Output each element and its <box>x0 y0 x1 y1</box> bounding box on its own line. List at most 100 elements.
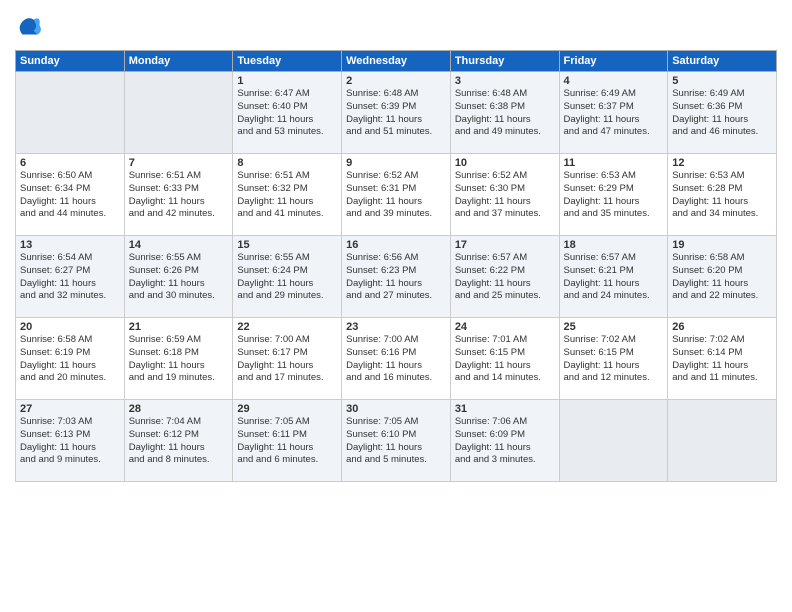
calendar-cell: 31Sunrise: 7:06 AMSunset: 6:09 PMDayligh… <box>450 400 559 482</box>
daylight-text-cont: and and 34 minutes. <box>672 208 772 221</box>
day-number: 4 <box>564 75 664 87</box>
col-header-wednesday: Wednesday <box>342 51 451 72</box>
calendar-cell: 1Sunrise: 6:47 AMSunset: 6:40 PMDaylight… <box>233 72 342 154</box>
sunrise-text: Sunrise: 7:06 AM <box>455 416 555 429</box>
day-number: 16 <box>346 239 446 251</box>
logo <box>15 14 45 42</box>
sunset-text: Sunset: 6:22 PM <box>455 265 555 278</box>
page: SundayMondayTuesdayWednesdayThursdayFrid… <box>0 0 792 612</box>
logo-icon <box>15 14 43 42</box>
daylight-text-cont: and and 17 minutes. <box>237 372 337 385</box>
calendar-cell: 13Sunrise: 6:54 AMSunset: 6:27 PMDayligh… <box>16 236 125 318</box>
sunset-text: Sunset: 6:31 PM <box>346 183 446 196</box>
day-number: 3 <box>455 75 555 87</box>
sunrise-text: Sunrise: 6:57 AM <box>455 252 555 265</box>
sunset-text: Sunset: 6:20 PM <box>672 265 772 278</box>
daylight-text-cont: and and 42 minutes. <box>129 208 229 221</box>
sunset-text: Sunset: 6:10 PM <box>346 429 446 442</box>
sunrise-text: Sunrise: 6:50 AM <box>20 170 120 183</box>
day-number: 5 <box>672 75 772 87</box>
calendar-cell: 15Sunrise: 6:55 AMSunset: 6:24 PMDayligh… <box>233 236 342 318</box>
header <box>15 10 777 42</box>
daylight-text: Daylight: 11 hours <box>129 442 229 455</box>
calendar-cell: 10Sunrise: 6:52 AMSunset: 6:30 PMDayligh… <box>450 154 559 236</box>
daylight-text: Daylight: 11 hours <box>129 278 229 291</box>
sunset-text: Sunset: 6:16 PM <box>346 347 446 360</box>
daylight-text-cont: and and 16 minutes. <box>346 372 446 385</box>
sunrise-text: Sunrise: 7:03 AM <box>20 416 120 429</box>
daylight-text: Daylight: 11 hours <box>237 442 337 455</box>
sunrise-text: Sunrise: 7:04 AM <box>129 416 229 429</box>
daylight-text: Daylight: 11 hours <box>20 196 120 209</box>
calendar-cell: 12Sunrise: 6:53 AMSunset: 6:28 PMDayligh… <box>668 154 777 236</box>
sunset-text: Sunset: 6:30 PM <box>455 183 555 196</box>
daylight-text: Daylight: 11 hours <box>564 278 664 291</box>
day-number: 22 <box>237 321 337 333</box>
calendar-cell: 28Sunrise: 7:04 AMSunset: 6:12 PMDayligh… <box>124 400 233 482</box>
sunrise-text: Sunrise: 6:55 AM <box>237 252 337 265</box>
sunrise-text: Sunrise: 6:49 AM <box>564 88 664 101</box>
day-number: 25 <box>564 321 664 333</box>
daylight-text: Daylight: 11 hours <box>20 278 120 291</box>
sunrise-text: Sunrise: 7:00 AM <box>237 334 337 347</box>
calendar-cell: 30Sunrise: 7:05 AMSunset: 6:10 PMDayligh… <box>342 400 451 482</box>
col-header-thursday: Thursday <box>450 51 559 72</box>
daylight-text: Daylight: 11 hours <box>20 442 120 455</box>
sunset-text: Sunset: 6:14 PM <box>672 347 772 360</box>
col-header-friday: Friday <box>559 51 668 72</box>
sunset-text: Sunset: 6:21 PM <box>564 265 664 278</box>
daylight-text-cont: and and 51 minutes. <box>346 126 446 139</box>
daylight-text-cont: and and 19 minutes. <box>129 372 229 385</box>
daylight-text: Daylight: 11 hours <box>455 360 555 373</box>
sunset-text: Sunset: 6:27 PM <box>20 265 120 278</box>
sunset-text: Sunset: 6:40 PM <box>237 101 337 114</box>
daylight-text-cont: and and 35 minutes. <box>564 208 664 221</box>
calendar-cell: 6Sunrise: 6:50 AMSunset: 6:34 PMDaylight… <box>16 154 125 236</box>
daylight-text: Daylight: 11 hours <box>129 360 229 373</box>
calendar-cell: 24Sunrise: 7:01 AMSunset: 6:15 PMDayligh… <box>450 318 559 400</box>
col-header-sunday: Sunday <box>16 51 125 72</box>
sunset-text: Sunset: 6:19 PM <box>20 347 120 360</box>
calendar-cell <box>559 400 668 482</box>
day-number: 24 <box>455 321 555 333</box>
daylight-text: Daylight: 11 hours <box>237 278 337 291</box>
sunrise-text: Sunrise: 7:01 AM <box>455 334 555 347</box>
sunrise-text: Sunrise: 6:51 AM <box>237 170 337 183</box>
daylight-text: Daylight: 11 hours <box>672 360 772 373</box>
daylight-text: Daylight: 11 hours <box>237 196 337 209</box>
day-number: 21 <box>129 321 229 333</box>
sunset-text: Sunset: 6:34 PM <box>20 183 120 196</box>
calendar-cell: 11Sunrise: 6:53 AMSunset: 6:29 PMDayligh… <box>559 154 668 236</box>
day-number: 9 <box>346 157 446 169</box>
sunrise-text: Sunrise: 7:00 AM <box>346 334 446 347</box>
sunrise-text: Sunrise: 6:58 AM <box>672 252 772 265</box>
sunset-text: Sunset: 6:26 PM <box>129 265 229 278</box>
sunset-text: Sunset: 6:36 PM <box>672 101 772 114</box>
daylight-text-cont: and and 53 minutes. <box>237 126 337 139</box>
day-number: 6 <box>20 157 120 169</box>
sunset-text: Sunset: 6:15 PM <box>564 347 664 360</box>
day-number: 29 <box>237 403 337 415</box>
calendar-cell <box>16 72 125 154</box>
day-number: 31 <box>455 403 555 415</box>
daylight-text-cont: and and 32 minutes. <box>20 290 120 303</box>
daylight-text-cont: and and 24 minutes. <box>564 290 664 303</box>
calendar-cell: 27Sunrise: 7:03 AMSunset: 6:13 PMDayligh… <box>16 400 125 482</box>
calendar-cell: 21Sunrise: 6:59 AMSunset: 6:18 PMDayligh… <box>124 318 233 400</box>
calendar-cell: 23Sunrise: 7:00 AMSunset: 6:16 PMDayligh… <box>342 318 451 400</box>
daylight-text-cont: and and 9 minutes. <box>20 454 120 467</box>
daylight-text-cont: and and 47 minutes. <box>564 126 664 139</box>
calendar-cell: 2Sunrise: 6:48 AMSunset: 6:39 PMDaylight… <box>342 72 451 154</box>
sunrise-text: Sunrise: 6:51 AM <box>129 170 229 183</box>
sunset-text: Sunset: 6:28 PM <box>672 183 772 196</box>
col-header-tuesday: Tuesday <box>233 51 342 72</box>
sunset-text: Sunset: 6:17 PM <box>237 347 337 360</box>
daylight-text: Daylight: 11 hours <box>455 442 555 455</box>
calendar-cell: 29Sunrise: 7:05 AMSunset: 6:11 PMDayligh… <box>233 400 342 482</box>
calendar-cell: 3Sunrise: 6:48 AMSunset: 6:38 PMDaylight… <box>450 72 559 154</box>
calendar-cell: 22Sunrise: 7:00 AMSunset: 6:17 PMDayligh… <box>233 318 342 400</box>
daylight-text: Daylight: 11 hours <box>672 278 772 291</box>
daylight-text: Daylight: 11 hours <box>346 360 446 373</box>
calendar-cell <box>668 400 777 482</box>
sunrise-text: Sunrise: 6:52 AM <box>455 170 555 183</box>
